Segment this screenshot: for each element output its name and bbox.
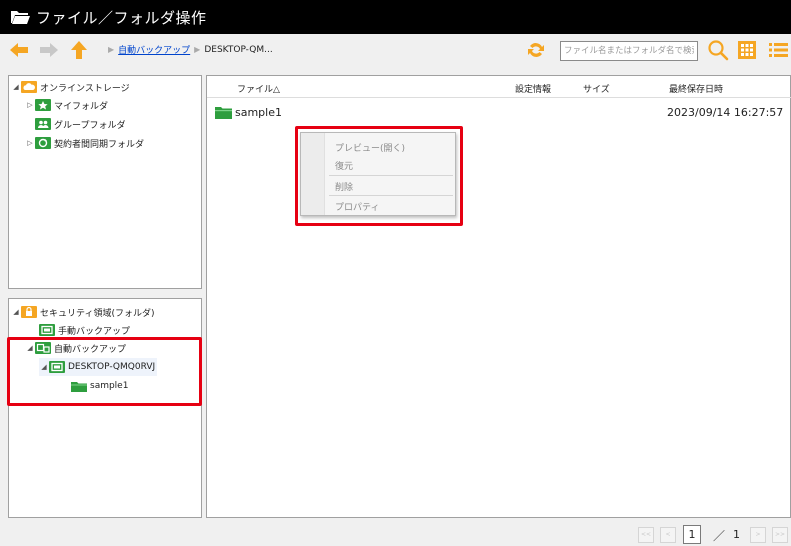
menu-item-preview[interactable]: プレビュー(開く) [335, 141, 405, 154]
tree-item-my-folder[interactable]: ▷ マイフォルダ [25, 96, 108, 114]
grid-view-icon[interactable] [737, 40, 757, 60]
online-storage-tree: ◢ オンラインストレージ ▷ マイフォルダ グループフォルダ ▷ 契約者間同期フ… [8, 75, 202, 289]
tree-item-sample1[interactable]: sample1 [71, 377, 128, 395]
breadcrumb-device: DESKTOP-QM... [204, 44, 273, 55]
tree-label: オンラインストレージ [40, 83, 130, 94]
prev-page-button[interactable]: < [660, 527, 676, 543]
folder-open-icon [11, 11, 30, 24]
refresh-icon[interactable] [526, 40, 546, 60]
tree-item-group-folder[interactable]: グループフォルダ [35, 115, 125, 133]
page-separator: ／ [713, 529, 726, 543]
last-page-button[interactable]: >> [772, 527, 788, 543]
group-folder-icon [35, 118, 51, 130]
tree-item-security-area[interactable]: ◢ セキュリティ領域(フォルダ) [11, 303, 154, 321]
column-header-modified[interactable]: 最終保存日時 [669, 82, 723, 95]
breadcrumb-separator-icon: ▶ [194, 45, 201, 54]
expand-arrow-icon[interactable]: ▷ [25, 139, 35, 147]
column-header-settings[interactable]: 設定情報 [515, 82, 551, 95]
table-row[interactable]: sample1 2023/09/14 16:27:57 [207, 103, 791, 123]
sync-folder-icon [35, 137, 51, 149]
menu-item-restore[interactable]: 復元 [335, 159, 353, 172]
context-menu-icon-strip [301, 133, 325, 215]
collapse-arrow-icon[interactable]: ◢ [11, 308, 21, 316]
expand-arrow-icon[interactable]: ▷ [25, 101, 35, 109]
tree-label: 契約者間同期フォルダ [54, 139, 145, 150]
forward-arrow-icon[interactable] [38, 40, 60, 60]
tree-label: DESKTOP-QMQ0RVJ [68, 362, 156, 372]
search-icon[interactable] [707, 39, 729, 61]
back-arrow-icon[interactable] [8, 40, 30, 60]
device-folder-icon [49, 361, 65, 373]
title-bar: ファイル／フォルダ操作 [0, 0, 791, 34]
folder-icon [71, 382, 87, 392]
file-name: sample1 [235, 106, 282, 119]
menu-item-properties[interactable]: プロパティ [335, 200, 379, 213]
next-page-button[interactable]: > [750, 527, 766, 543]
breadcrumb-separator-icon: ▶ [108, 45, 115, 54]
tree-item-auto-backup[interactable]: ◢ 自動バックアップ [25, 339, 126, 357]
file-modified-date: 2023/09/14 16:27:57 [667, 106, 784, 119]
tree-item-sync-folder[interactable]: ▷ 契約者間同期フォルダ [25, 134, 144, 152]
tree-label: sample1 [90, 381, 129, 391]
tree-label: グループフォルダ [54, 120, 126, 131]
menu-separator [329, 195, 453, 196]
breadcrumb-auto-backup[interactable]: 自動バックアップ [118, 43, 190, 56]
lock-folder-icon [21, 306, 37, 318]
menu-separator [329, 175, 453, 176]
menu-item-delete[interactable]: 削除 [335, 180, 353, 193]
column-header-name[interactable]: ファイル△ [237, 82, 280, 95]
app-window: ファイル／フォルダ操作 ▶ 自動バックアップ ▶ DESKTOP-QM... フ… [0, 0, 791, 546]
manual-backup-icon [39, 324, 55, 336]
star-folder-icon [35, 99, 51, 111]
first-page-button[interactable]: << [638, 527, 654, 543]
tree-item-online-storage[interactable]: ◢ オンラインストレージ [11, 78, 130, 96]
security-area-tree: ◢ セキュリティ領域(フォルダ) 手動バックアップ ◢ 自動バックアップ ◢ D… [8, 298, 202, 518]
breadcrumb: ▶ 自動バックアップ ▶ DESKTOP-QM... [104, 43, 273, 57]
auto-backup-icon [35, 342, 51, 354]
window-title: ファイル／フォルダ操作 [36, 8, 207, 27]
cloud-storage-icon [21, 81, 37, 93]
folder-icon [215, 107, 232, 119]
column-header-size[interactable]: サイズ [583, 82, 610, 95]
tree-item-device[interactable]: ◢ DESKTOP-QMQ0RVJ [39, 358, 158, 376]
tree-label: セキュリティ領域(フォルダ) [40, 308, 155, 319]
toolbar: ▶ 自動バックアップ ▶ DESKTOP-QM... [0, 34, 791, 66]
collapse-arrow-icon[interactable]: ◢ [25, 344, 35, 352]
table-header: ファイル△ 設定情報 サイズ 最終保存日時 [207, 76, 791, 98]
search-input[interactable] [560, 41, 698, 61]
tree-item-manual-backup[interactable]: 手動バックアップ [39, 321, 130, 339]
up-arrow-icon[interactable] [68, 40, 90, 60]
context-menu: プレビュー(開く) 復元 削除 プロパティ [300, 132, 456, 216]
page-total: 1 [733, 528, 740, 541]
list-view-icon[interactable] [767, 40, 789, 60]
tree-label: 手動バックアップ [58, 326, 131, 337]
collapse-arrow-icon[interactable]: ◢ [39, 363, 49, 371]
tree-label: マイフォルダ [54, 101, 109, 112]
page-number-input[interactable]: 1 [683, 525, 701, 544]
tree-label: 自動バックアップ [54, 344, 127, 355]
file-list-panel: ファイル△ 設定情報 サイズ 最終保存日時 sample1 2023/09/14… [206, 75, 791, 518]
collapse-arrow-icon[interactable]: ◢ [11, 83, 21, 91]
